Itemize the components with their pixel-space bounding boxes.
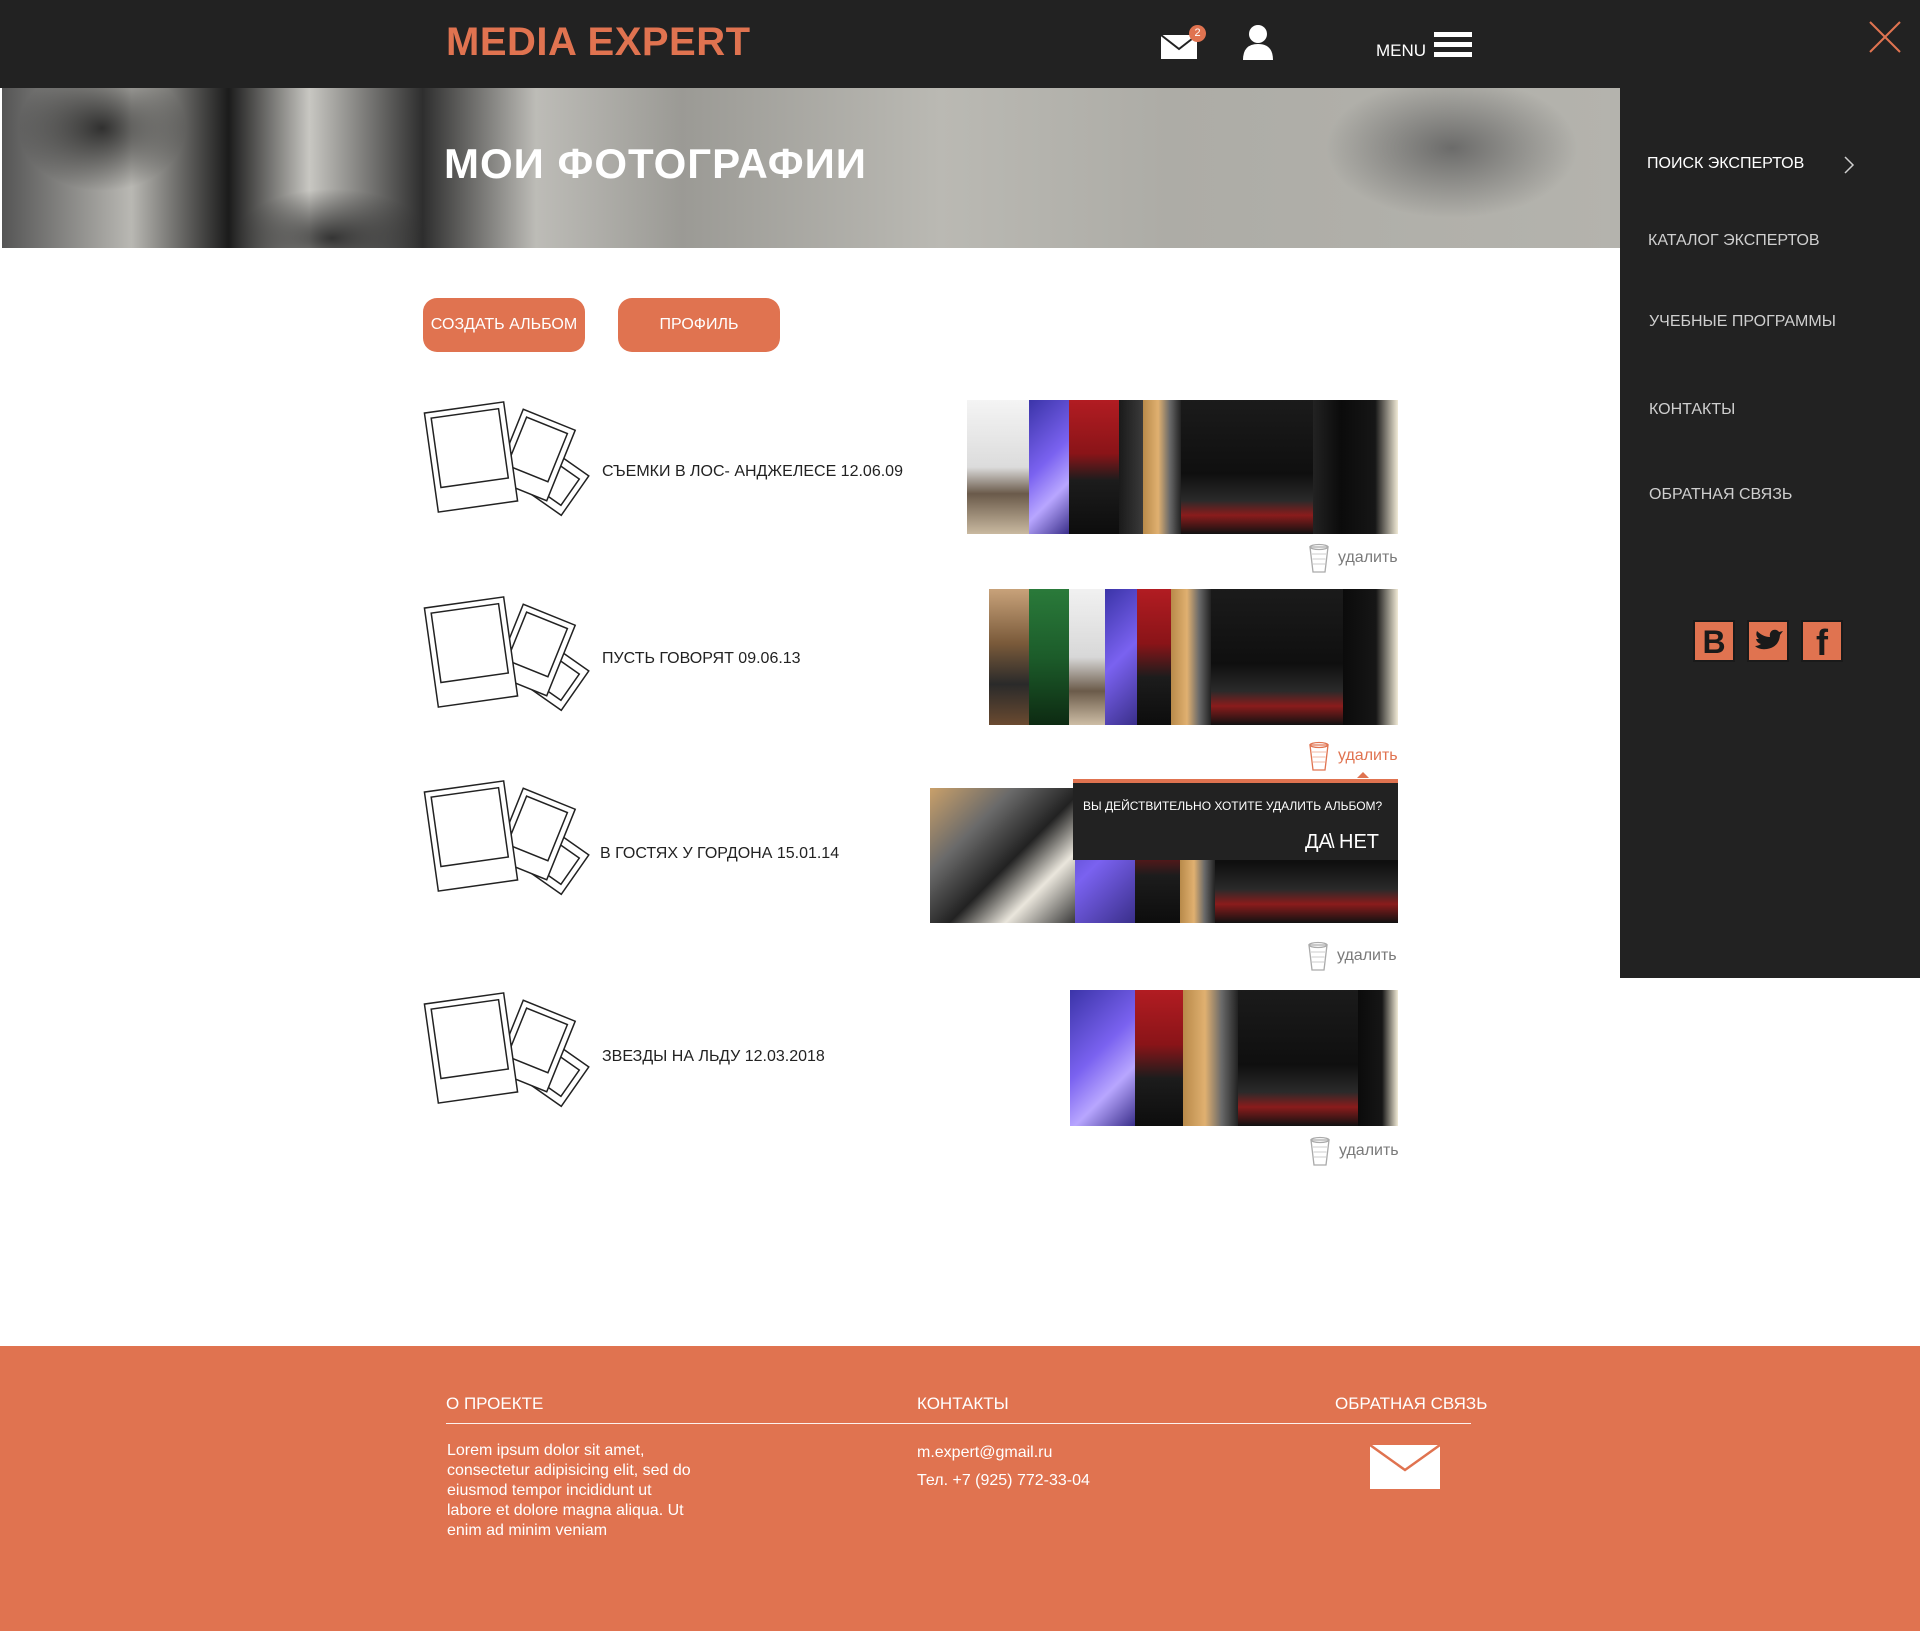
footer-feedback-heading[interactable]: ОБРАТНАЯ СВЯЗЬ (1335, 1394, 1487, 1414)
photo-thumbnail[interactable] (930, 788, 1075, 923)
photo-thumbnail[interactable] (1029, 589, 1069, 725)
album-photo-strip[interactable] (989, 589, 1398, 725)
photo-thumbnail[interactable] (1358, 990, 1398, 1126)
photo-thumbnail[interactable] (989, 589, 1029, 725)
delete-album-link[interactable]: удалить (1308, 741, 1398, 771)
user-icon[interactable] (1241, 24, 1275, 60)
photo-thumbnail[interactable] (1119, 400, 1143, 534)
footer-about-heading[interactable]: О ПРОЕКТЕ (446, 1394, 543, 1414)
photo-thumbnail[interactable] (1143, 400, 1181, 534)
mail-count-badge: 2 (1189, 25, 1206, 42)
logo[interactable]: MEDIA EXPERT (446, 20, 751, 65)
delete-album-link[interactable]: удалить (1308, 543, 1398, 573)
footer-divider (446, 1423, 1471, 1424)
delete-label[interactable]: удалить (1339, 1142, 1399, 1160)
delete-label[interactable]: удалить (1337, 947, 1397, 965)
footer-phone: Тел. +7 (925) 772-33-04 (917, 1472, 1090, 1489)
trash-icon (1309, 741, 1329, 771)
photo-thumbnail[interactable] (1070, 990, 1135, 1126)
delete-confirm-dialog: ВЫ ДЕЙСТВИТЕЛЬНО ХОТИТЕ УДАЛИТЬ АЛЬБОМ? … (1073, 779, 1398, 860)
confirm-pointer (1357, 772, 1369, 778)
delete-label[interactable]: удалить (1338, 549, 1398, 567)
footer-email[interactable]: m.expert@gmail.ru (917, 1443, 1052, 1463)
chevron-right-icon[interactable] (1842, 155, 1856, 175)
side-menu-item-feedback[interactable]: ОБРАТНАЯ СВЯЗЬ (1649, 486, 1792, 504)
photo-thumbnail[interactable] (1105, 589, 1137, 725)
profile-button[interactable]: ПРОФИЛЬ (618, 298, 780, 352)
photo-thumbnail[interactable] (1137, 589, 1171, 725)
side-menu-item-expert-catalog[interactable]: КАТАЛОГ ЭКСПЕРТОВ (1648, 232, 1820, 250)
photo-thumbnail[interactable] (1183, 990, 1238, 1126)
trash-icon (1308, 941, 1328, 971)
side-menu-item-expert-search[interactable]: ПОИСК ЭКСПЕРТОВ (1647, 155, 1804, 173)
footer-contacts-heading[interactable]: КОНТАКТЫ (917, 1394, 1009, 1414)
album-photo-strip[interactable] (1070, 990, 1398, 1126)
top-bar: MEDIA EXPERT 2 MENU (0, 0, 1920, 88)
vk-icon[interactable]: B (1693, 620, 1735, 662)
side-menu-item-programs[interactable]: УЧЕБНЫЕ ПРОГРАММЫ (1649, 313, 1836, 331)
album-title[interactable]: ЗВЕЗДЫ НА ЛЬДУ 12.03.2018 (602, 1048, 825, 1066)
photo-thumbnail[interactable] (1343, 589, 1398, 725)
svg-text:B: B (1702, 624, 1725, 660)
page-banner: МОИ ФОТОГРАФИИ (2, 88, 1620, 248)
album-stack-icon[interactable] (423, 397, 593, 529)
photo-thumbnail[interactable] (1211, 589, 1343, 725)
trash-icon (1310, 1136, 1330, 1166)
svg-text:f: f (1816, 622, 1829, 660)
confirm-question: ВЫ ДЕЙСТВИТЕЛЬНО ХОТИТЕ УДАЛИТЬ АЛЬБОМ? (1083, 799, 1383, 813)
photo-thumbnail[interactable] (1029, 400, 1069, 534)
album-stack-icon[interactable] (423, 776, 593, 908)
album-title[interactable]: В ГОСТЯХ У ГОРДОНА 15.01.14 (600, 845, 839, 863)
footer-about-text: Lorem ipsum dolor sit amet, consectetur … (447, 1442, 691, 1539)
side-menu-panel: ПОИСК ЭКСПЕРТОВ КАТАЛОГ ЭКСПЕРТОВ УЧЕБНЫ… (1620, 88, 1920, 978)
side-menu-item-contacts[interactable]: КОНТАКТЫ (1649, 401, 1735, 419)
footer: О ПРОЕКТЕ КОНТАКТЫ ОБРАТНАЯ СВЯЗЬ Lorem … (0, 1346, 1920, 1631)
confirm-no-button[interactable]: НЕТ (1339, 831, 1379, 854)
page-title: МОИ ФОТОГРАФИИ (444, 140, 867, 187)
create-album-button[interactable]: СОЗДАТЬ АЛЬБОМ (423, 298, 585, 352)
photo-thumbnail[interactable] (1135, 990, 1183, 1126)
facebook-icon[interactable]: f (1801, 620, 1843, 663)
photo-thumbnail[interactable] (1238, 990, 1358, 1126)
delete-album-link[interactable]: удалить (1307, 941, 1397, 971)
album-title[interactable]: СЪЕМКИ В ЛОС- АНДЖЕЛЕСЕ 12.06.09 (602, 463, 903, 481)
album-title[interactable]: ПУСТЬ ГОВОРЯТ 09.06.13 (602, 650, 801, 668)
close-icon[interactable] (1868, 20, 1902, 54)
album-stack-icon[interactable] (423, 592, 593, 724)
twitter-icon[interactable] (1747, 620, 1789, 662)
album-photo-strip[interactable] (967, 400, 1398, 534)
delete-label[interactable]: удалить (1338, 747, 1398, 765)
envelope-icon[interactable] (1369, 1444, 1441, 1490)
delete-album-link[interactable]: удалить (1309, 1136, 1399, 1166)
menu-label[interactable]: MENU (1376, 41, 1426, 61)
photo-thumbnail[interactable] (1171, 589, 1211, 725)
photo-thumbnail[interactable] (967, 400, 1029, 534)
photo-thumbnail[interactable] (1341, 400, 1398, 534)
confirm-separator: \ (1329, 831, 1335, 853)
photo-thumbnail[interactable] (1069, 400, 1119, 534)
confirm-yes-button[interactable]: ДА (1305, 831, 1332, 854)
photo-thumbnail[interactable] (1069, 589, 1105, 725)
trash-icon (1309, 543, 1329, 573)
photo-thumbnail[interactable] (1313, 400, 1341, 534)
hamburger-icon[interactable] (1434, 32, 1474, 58)
album-stack-icon[interactable] (423, 988, 593, 1120)
photo-thumbnail[interactable] (1181, 400, 1313, 534)
